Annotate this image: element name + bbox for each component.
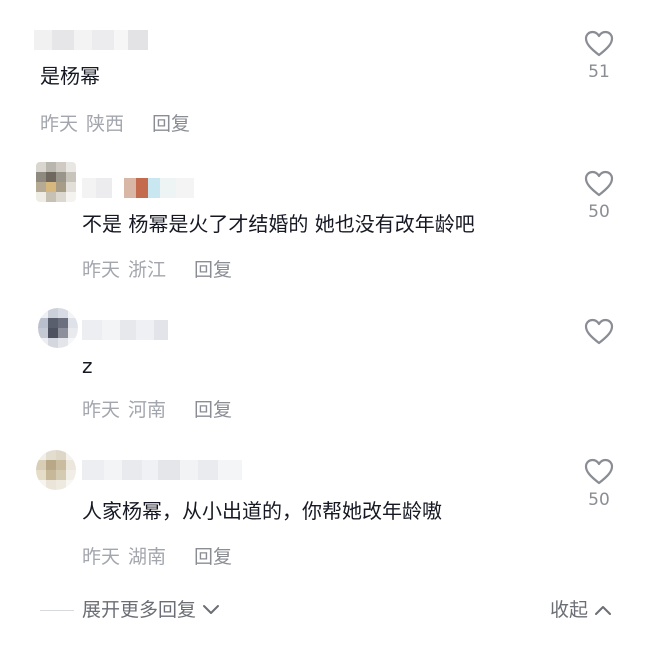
username-blurred[interactable] bbox=[82, 178, 194, 198]
comment-text: z bbox=[82, 354, 93, 378]
like-count: 51 bbox=[588, 62, 610, 82]
username-blurred[interactable] bbox=[34, 30, 148, 50]
replies-footer: 展开更多回复 收起 bbox=[0, 595, 660, 625]
heart-outline-icon bbox=[584, 30, 614, 57]
comment-location: 河南 bbox=[128, 399, 167, 421]
expand-label: 展开更多回复 bbox=[82, 599, 197, 621]
like-button[interactable]: 50 bbox=[579, 170, 619, 223]
comment-meta: 昨天 湖南 回复 bbox=[82, 544, 232, 570]
like-button[interactable] bbox=[579, 318, 619, 349]
avatar[interactable] bbox=[36, 450, 76, 490]
comment-time: 昨天 bbox=[82, 546, 121, 568]
expand-more-replies-button[interactable]: 展开更多回复 bbox=[82, 595, 220, 625]
comment-meta: 昨天 陕西 回复 bbox=[40, 111, 190, 137]
comment-time: 昨天 bbox=[40, 113, 79, 135]
collapse-label: 收起 bbox=[549, 599, 588, 621]
comment-text: 人家杨幂，从小出道的，你帮她改年龄嗷 bbox=[82, 499, 442, 523]
comment-location: 湖南 bbox=[128, 546, 167, 568]
comment-text: 不是 杨幂是火了才结婚的 她也没有改年龄吧 bbox=[82, 212, 475, 236]
like-button[interactable]: 51 bbox=[579, 30, 619, 83]
reply-button[interactable]: 回复 bbox=[194, 399, 232, 421]
username-blurred[interactable] bbox=[82, 460, 242, 480]
avatar[interactable] bbox=[36, 162, 76, 202]
avatar[interactable] bbox=[38, 308, 78, 348]
divider-line bbox=[40, 610, 74, 611]
chevron-down-icon bbox=[203, 605, 220, 614]
reply-button[interactable]: 回复 bbox=[152, 113, 190, 135]
comment-location: 陕西 bbox=[86, 113, 125, 135]
comment-location: 浙江 bbox=[128, 259, 167, 281]
heart-outline-icon bbox=[584, 170, 614, 197]
like-count: 50 bbox=[588, 202, 610, 222]
username-blurred[interactable] bbox=[82, 320, 168, 340]
collapse-replies-button[interactable]: 收起 bbox=[550, 595, 612, 625]
like-button[interactable]: 50 bbox=[579, 458, 619, 511]
chevron-up-icon bbox=[595, 606, 611, 615]
comment-meta: 昨天 浙江 回复 bbox=[82, 257, 232, 283]
reply-button[interactable]: 回复 bbox=[194, 259, 232, 281]
heart-outline-icon bbox=[584, 458, 614, 485]
comment-text: 是杨幂 bbox=[40, 64, 100, 88]
comment-meta: 昨天 河南 回复 bbox=[82, 397, 232, 423]
heart-outline-icon bbox=[584, 318, 614, 345]
reply-button[interactable]: 回复 bbox=[194, 546, 232, 568]
comment-time: 昨天 bbox=[82, 259, 121, 281]
comment-time: 昨天 bbox=[82, 399, 121, 421]
like-count: 50 bbox=[588, 490, 610, 510]
